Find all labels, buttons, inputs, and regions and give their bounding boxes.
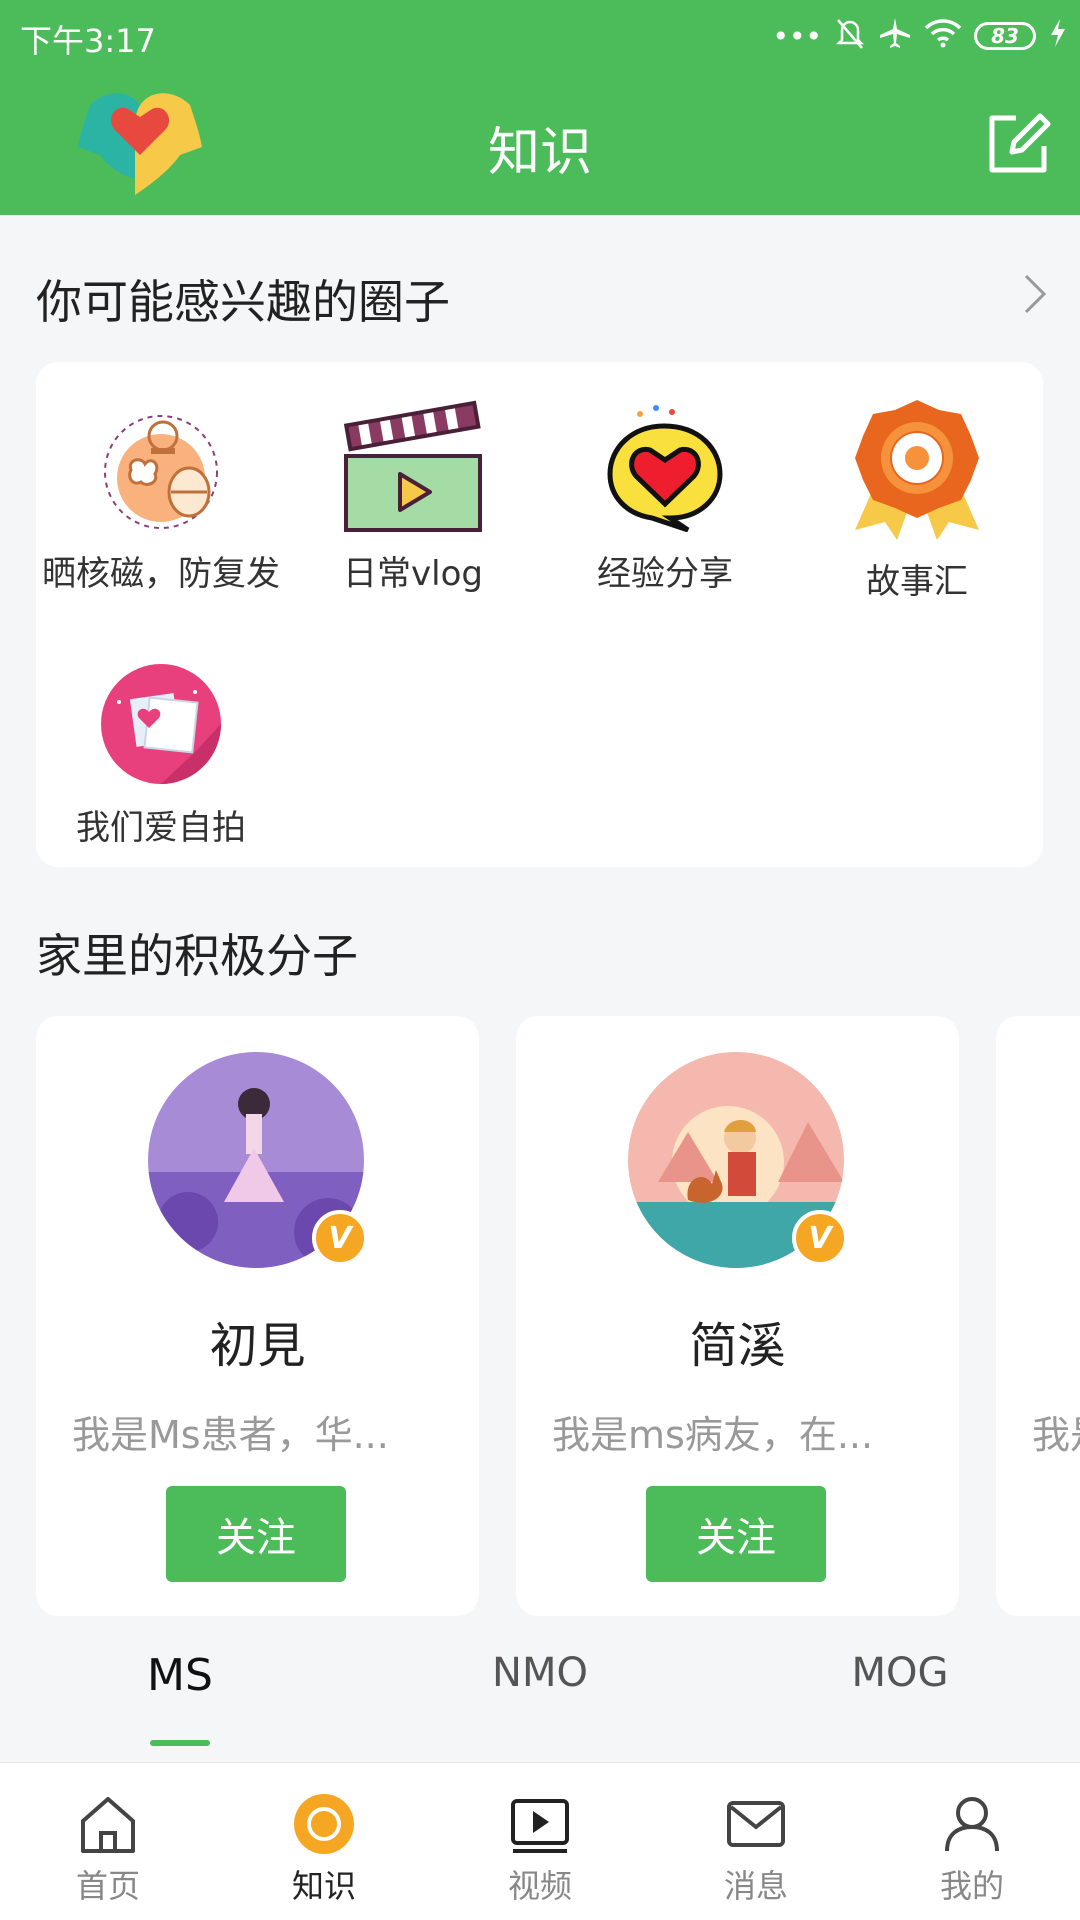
- clapperboard-icon: [343, 400, 482, 532]
- wifi-icon: [924, 18, 962, 55]
- member-bio: 我是ms病友，在...: [552, 1413, 874, 1457]
- circle-item-experience[interactable]: 经验分享: [540, 400, 790, 595]
- bottom-navigation: 首页 知识 视频 消息 我的: [0, 1762, 1080, 1920]
- verified-badge-icon: V: [312, 1210, 368, 1266]
- nav-video[interactable]: 视频: [470, 1793, 610, 1907]
- circle-label: 故事汇: [866, 562, 968, 602]
- member-name: 简溪: [689, 1318, 786, 1374]
- video-icon: [511, 1799, 569, 1853]
- member-bio: 我是: [1032, 1413, 1080, 1457]
- photo-heart-icon: [101, 664, 221, 784]
- edit-post-icon[interactable]: [984, 110, 1052, 178]
- airplane-icon: [878, 16, 912, 57]
- brain-scan-icon: [104, 415, 218, 529]
- active-tab-indicator: [150, 1740, 210, 1746]
- nav-label: 我的: [939, 1867, 1004, 1905]
- circle-item-vlog[interactable]: 日常vlog: [288, 400, 538, 595]
- circle-label: 日常vlog: [343, 554, 483, 594]
- mail-icon: [727, 1801, 785, 1847]
- award-badge-icon: [855, 400, 979, 540]
- charging-icon: [1048, 17, 1068, 56]
- nav-messages[interactable]: 消息: [686, 1793, 826, 1907]
- nav-label: 知识: [291, 1867, 356, 1905]
- follow-button[interactable]: 关注: [646, 1486, 826, 1582]
- nav-knowledge[interactable]: 知识: [254, 1793, 394, 1907]
- member-name: 初見: [209, 1318, 306, 1374]
- verified-badge-icon: V: [792, 1210, 848, 1266]
- status-icons: ••• 83: [772, 16, 1068, 56]
- circle-item-stories[interactable]: 故事汇: [792, 400, 1042, 603]
- battery-indicator: 83: [974, 22, 1036, 50]
- heart-bubble-icon: [607, 405, 723, 532]
- page-title: 知识: [487, 123, 592, 183]
- circle-item-mri[interactable]: 晒核磁，防复发: [36, 412, 286, 595]
- knowledge-icon: [294, 1794, 354, 1854]
- circle-label: 晒核磁，防复发: [42, 554, 280, 594]
- member-bio: 我是Ms患者，华...: [72, 1413, 389, 1457]
- circle-label: 我们爱自拍: [76, 808, 246, 848]
- members-section-title: 家里的积极分子: [36, 929, 358, 983]
- circle-label: 经验分享: [597, 554, 733, 594]
- tab-ms[interactable]: MS: [80, 1650, 280, 1701]
- circles-card: 晒核磁，防复发 日常vlog 经验分享 故事汇 我们爱自拍: [36, 362, 1043, 867]
- nav-profile[interactable]: 我的: [902, 1793, 1042, 1907]
- nav-home[interactable]: 首页: [38, 1793, 178, 1907]
- member-card[interactable]: V 简溪 我是ms病友，在... 关注: [516, 1016, 959, 1616]
- home-icon: [81, 1797, 135, 1853]
- tab-mog[interactable]: MOG: [800, 1650, 1000, 1696]
- nav-label: 消息: [723, 1867, 788, 1905]
- profile-icon: [945, 1797, 999, 1852]
- status-time: 下午3:17: [20, 22, 156, 60]
- nav-label: 首页: [75, 1867, 140, 1905]
- circles-section-title: 你可能感兴趣的圈子: [36, 275, 450, 329]
- nav-label: 视频: [507, 1867, 572, 1905]
- member-card-partial[interactable]: 我是: [996, 1016, 1080, 1616]
- chevron-right-icon[interactable]: [1020, 270, 1050, 318]
- tab-nmo[interactable]: NMO: [440, 1650, 640, 1696]
- follow-button[interactable]: 关注: [166, 1486, 346, 1582]
- app-header: 下午3:17 ••• 83 知识: [0, 0, 1080, 215]
- mute-bell-icon: [834, 16, 866, 57]
- circle-item-selfie[interactable]: 我们爱自拍: [36, 662, 286, 849]
- more-dots-icon: •••: [772, 19, 822, 53]
- member-card[interactable]: V 初見 我是Ms患者，华... 关注: [36, 1016, 479, 1616]
